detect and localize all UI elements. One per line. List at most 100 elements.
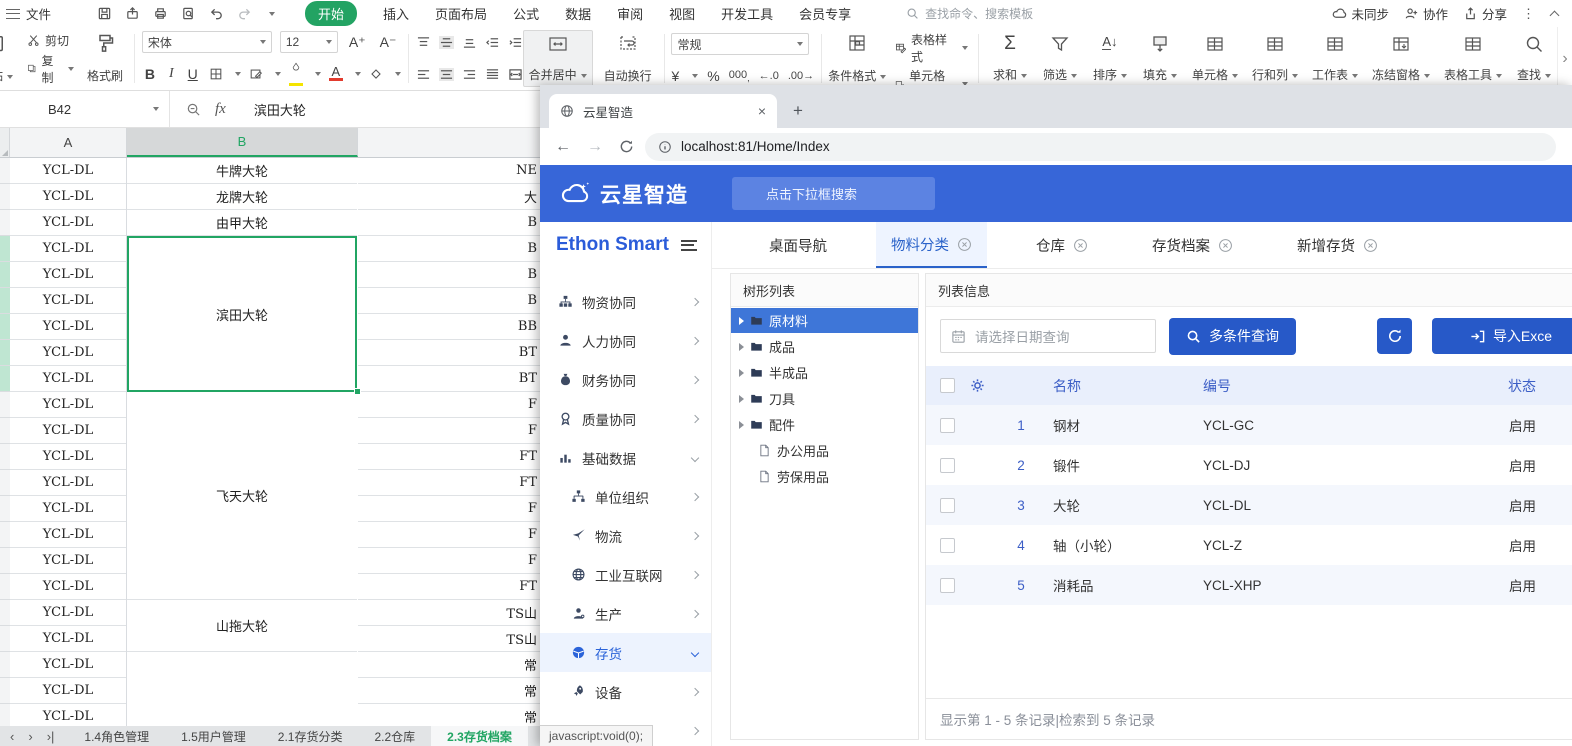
- row-number[interactable]: 4: [999, 538, 1043, 553]
- row-header[interactable]: [0, 340, 10, 366]
- column-header-name[interactable]: 名称: [1043, 376, 1203, 396]
- sidebar-item-equipment[interactable]: 设备: [540, 672, 711, 711]
- back-icon[interactable]: ←: [550, 138, 576, 156]
- decrease-font-button[interactable]: A⁻: [377, 34, 400, 51]
- row-header[interactable]: [0, 392, 10, 418]
- row-header[interactable]: [0, 366, 10, 392]
- close-circle-icon[interactable]: [1218, 238, 1233, 253]
- import-excel-button[interactable]: 导入Exce: [1432, 318, 1572, 354]
- ribbon-big-button[interactable]: 填充: [1136, 30, 1184, 87]
- currency-format-button[interactable]: ¥: [671, 68, 679, 84]
- font-color-button[interactable]: A: [329, 67, 343, 81]
- row-header[interactable]: [0, 548, 10, 574]
- grid-cell[interactable]: YCL-DL: [10, 444, 126, 470]
- table-row[interactable]: 4 轴（小轮） YCL-Z 启用: [926, 525, 1572, 565]
- ribbon-tab[interactable]: 视图: [669, 4, 695, 23]
- grid-cell[interactable]: B: [358, 210, 543, 236]
- grid-cell[interactable]: YCL-DL: [10, 288, 126, 314]
- align-center-icon[interactable]: [439, 68, 454, 81]
- ribbon-tab[interactable]: 插入: [383, 4, 409, 23]
- table-row[interactable]: 2 锻件 YCL-DJ 启用: [926, 445, 1572, 485]
- app-nav-tab[interactable]: 新增存货: [1282, 222, 1393, 268]
- grid-cell[interactable]: 常: [358, 652, 543, 678]
- app-nav-tab[interactable]: 存货档案: [1137, 222, 1248, 268]
- grid-cell[interactable]: B: [358, 288, 543, 314]
- borders-caret-icon[interactable]: [235, 72, 241, 76]
- wrap-text-button[interactable]: 自动换行: [599, 30, 657, 87]
- column-header-b[interactable]: B: [127, 128, 358, 157]
- grid-cell[interactable]: YCL-DL: [10, 366, 126, 392]
- ribbon-big-button[interactable]: 筛选: [1036, 30, 1084, 87]
- grid-merged-cell[interactable]: 山拖大轮: [127, 600, 357, 652]
- row-checkbox[interactable]: [940, 498, 955, 513]
- table-style-button[interactable]: 表格样式: [892, 30, 972, 66]
- grid-cell[interactable]: FT: [358, 470, 543, 496]
- export-icon[interactable]: [125, 6, 140, 21]
- tree-caret-icon[interactable]: [739, 421, 744, 429]
- row-header[interactable]: [0, 288, 10, 314]
- tree-item[interactable]: 成品: [731, 334, 918, 359]
- grid-cell[interactable]: 大: [358, 184, 543, 210]
- tree-item[interactable]: 刀具: [731, 386, 918, 411]
- ribbon-tab[interactable]: 公式: [513, 4, 539, 23]
- grid-cell[interactable]: YCL-DL: [10, 236, 126, 262]
- row-header[interactable]: [0, 678, 10, 704]
- grid-cell[interactable]: BT: [358, 340, 543, 366]
- comma-format-button[interactable]: 000,: [729, 69, 750, 83]
- row-header[interactable]: [0, 418, 10, 444]
- browser-tab[interactable]: 云星智造 ×: [549, 94, 777, 128]
- column-header-status[interactable]: 状态: [1467, 376, 1572, 396]
- copy-button[interactable]: 复制: [24, 51, 77, 87]
- sheet-tab[interactable]: 2.1存货分类: [262, 726, 359, 746]
- collapse-ribbon-icon[interactable]: [1550, 10, 1560, 20]
- ribbon-big-button[interactable]: Σ 求和: [986, 30, 1034, 87]
- sidebar-item-production[interactable]: 生产: [540, 594, 711, 633]
- grid-cell[interactable]: BB: [358, 314, 543, 340]
- tree-caret-icon[interactable]: [739, 369, 744, 377]
- quick-access-caret-icon[interactable]: [269, 12, 275, 16]
- align-top-icon[interactable]: [416, 36, 431, 49]
- spreadsheet-grid[interactable]: YCL-DLYCL-DLYCL-DLYCL-DLYCL-DLYCL-DLYCL-…: [0, 158, 553, 726]
- grid-cell[interactable]: TS山: [358, 600, 543, 626]
- row-header[interactable]: [0, 236, 10, 262]
- row-header-strip[interactable]: [0, 158, 10, 726]
- row-header[interactable]: [0, 704, 10, 726]
- grid-cell[interactable]: B: [358, 236, 543, 262]
- grid-cell[interactable]: F: [358, 496, 543, 522]
- grid-cell[interactable]: YCL-DL: [10, 418, 126, 444]
- ribbon-tab[interactable]: 数据: [565, 4, 591, 23]
- ribbon-overflow-button[interactable]: ›: [1557, 27, 1572, 91]
- font-name-select[interactable]: 宋体: [142, 31, 272, 53]
- grid-cell[interactable]: 常: [358, 704, 543, 726]
- grid-cell[interactable]: BT: [358, 366, 543, 392]
- bold-button[interactable]: B: [142, 66, 158, 82]
- column-header-code[interactable]: 编号: [1203, 376, 1467, 396]
- borders-button[interactable]: [209, 67, 223, 81]
- undo-icon[interactable]: [209, 6, 224, 21]
- sheet-tab[interactable]: 1.4角色管理: [68, 726, 165, 746]
- tree-item[interactable]: 半成品: [731, 360, 918, 385]
- grid-cell[interactable]: B: [358, 262, 543, 288]
- ribbon-big-button[interactable]: 冻结窗格: [1366, 30, 1436, 87]
- cut-button[interactable]: 剪切: [24, 31, 77, 50]
- redo-icon[interactable]: [237, 6, 252, 21]
- grid-cell[interactable]: YCL-DL: [10, 340, 126, 366]
- grid-merged-cell[interactable]: 飞天大轮: [127, 392, 357, 600]
- row-header[interactable]: [0, 158, 10, 184]
- tree-caret-icon[interactable]: [739, 317, 744, 325]
- ribbon-tab[interactable]: 开始: [305, 1, 357, 26]
- sheet-tab[interactable]: 1.5用户管理: [165, 726, 262, 746]
- grid-merged-cell[interactable]: 由甲大轮: [127, 210, 357, 236]
- app-nav-tab[interactable]: 仓库: [1021, 222, 1103, 268]
- grid-cell[interactable]: FT: [358, 574, 543, 600]
- sidebar-item-finance-collab[interactable]: 财务协同: [540, 360, 711, 399]
- grid-cell[interactable]: TS山: [358, 626, 543, 652]
- grid-cell[interactable]: YCL-DL: [10, 392, 126, 418]
- grid-merged-cell[interactable]: 龙牌大轮: [127, 184, 357, 210]
- grid-cell[interactable]: F: [358, 548, 543, 574]
- row-number[interactable]: 3: [999, 498, 1043, 513]
- grid-cell[interactable]: YCL-DL: [10, 262, 126, 288]
- sidebar-item-base-data[interactable]: 基础数据: [540, 438, 711, 477]
- grid-cell[interactable]: YCL-DL: [10, 470, 126, 496]
- share-button[interactable]: 分享: [1463, 4, 1507, 23]
